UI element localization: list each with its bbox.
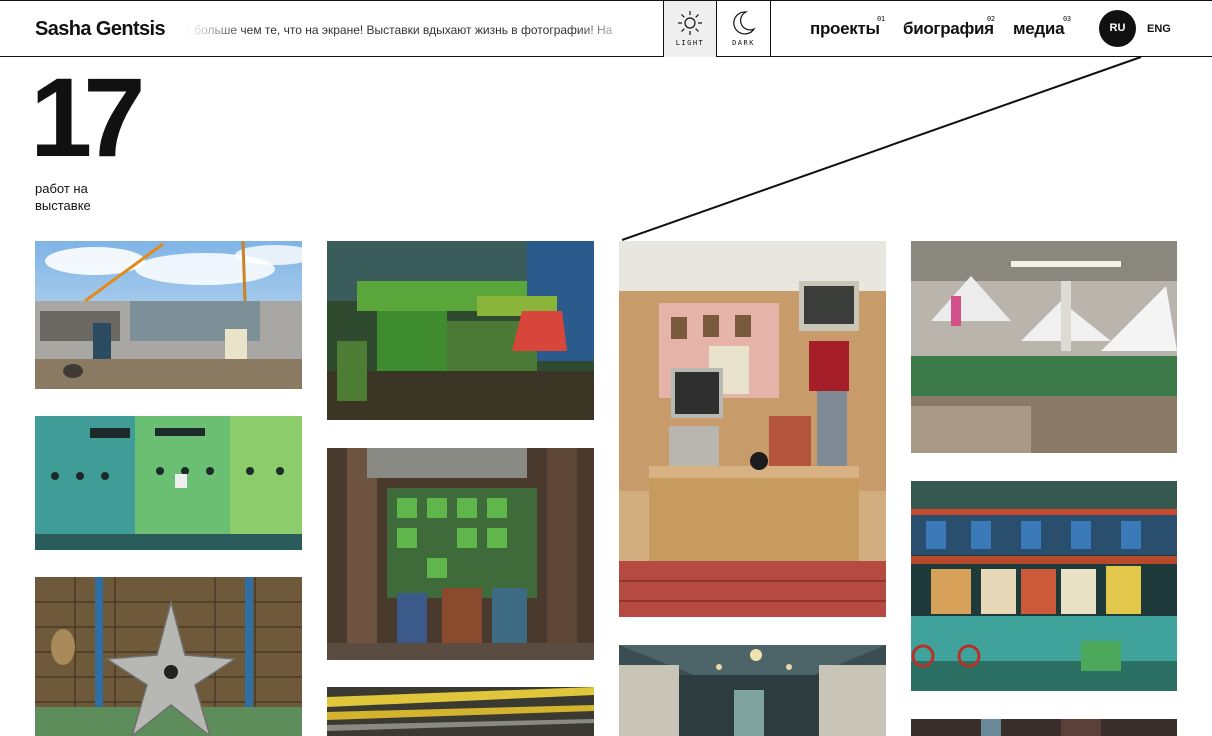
gallery-photo-4[interactable]	[327, 241, 594, 420]
gallery-photo-10[interactable]	[911, 481, 1177, 691]
gallery-photo-3[interactable]	[35, 577, 302, 736]
gallery-photo-9[interactable]	[911, 241, 1177, 453]
gallery-photo-2[interactable]	[35, 416, 302, 550]
gallery-photo-5[interactable]	[327, 448, 594, 660]
gallery-photo-8[interactable]	[619, 645, 886, 736]
gallery-photo-11[interactable]	[911, 719, 1177, 736]
gallery-photo-1[interactable]	[35, 241, 302, 389]
gallery-photo-6[interactable]	[327, 687, 594, 736]
gallery-photo-7[interactable]	[619, 241, 886, 617]
